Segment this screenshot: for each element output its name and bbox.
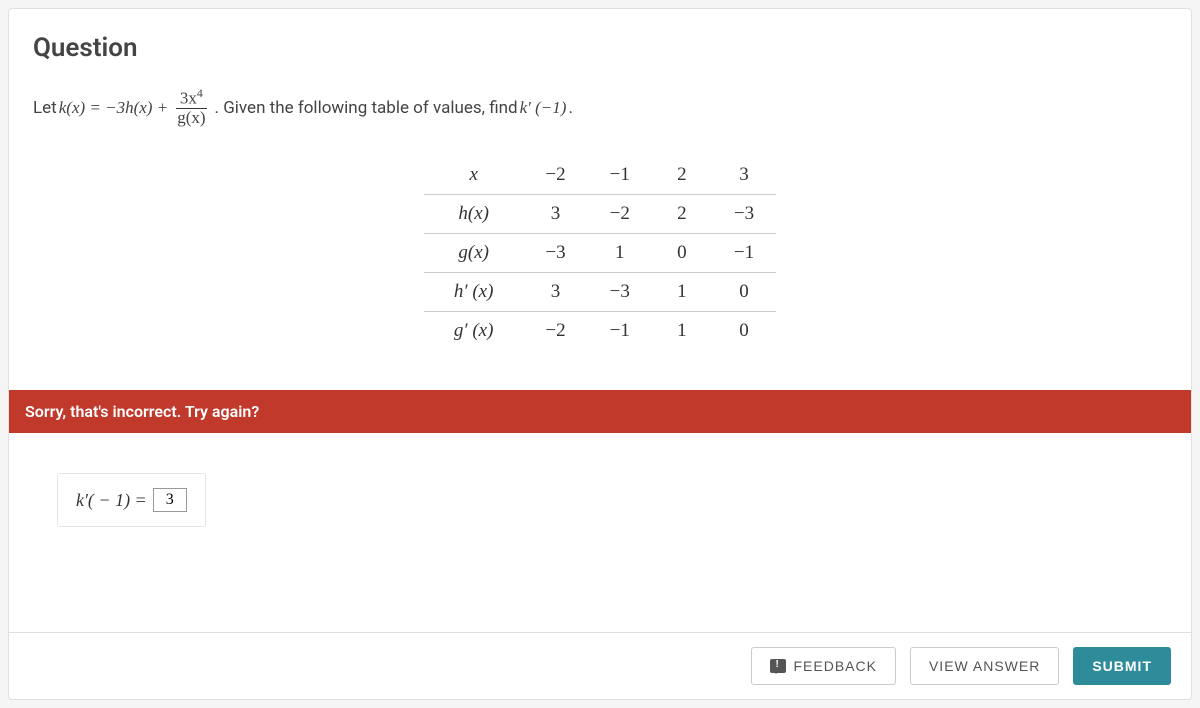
col-header: x — [424, 156, 524, 195]
cell: −2 — [588, 195, 652, 234]
table-row: x −2 −1 2 3 — [424, 156, 776, 195]
row-label: g(x) — [424, 234, 524, 273]
table-row: h′ (x) 3 −3 1 0 — [424, 273, 776, 312]
question-title: Question — [33, 33, 1167, 63]
question-card: Question Let k(x) = −3h(x) + 3x4 g(x) . … — [8, 8, 1192, 700]
col-header: −1 — [588, 156, 652, 195]
prompt-mid: . Given the following table of values, f… — [215, 98, 518, 118]
cell: 3 — [523, 195, 587, 234]
col-header: 2 — [652, 156, 712, 195]
cell: −3 — [523, 234, 587, 273]
cell: −1 — [712, 234, 776, 273]
table-row: g(x) −3 1 0 −1 — [424, 234, 776, 273]
values-table-wrap: x −2 −1 2 3 h(x) 3 −2 2 −3 g(x) −3 1 0 −… — [33, 156, 1167, 350]
answer-label: k′( − 1) = — [76, 490, 147, 511]
cell: 0 — [712, 312, 776, 351]
prompt-equation-lhs: k(x) = −3h(x) + — [59, 98, 168, 118]
prompt-target: k′ (−1) — [520, 98, 567, 118]
cell: −3 — [712, 195, 776, 234]
cell: 2 — [652, 195, 712, 234]
view-answer-button[interactable]: VIEW ANSWER — [910, 647, 1059, 685]
cell: −2 — [523, 312, 587, 351]
prompt-fraction: 3x4 g(x) — [173, 87, 209, 128]
prompt: Let k(x) = −3h(x) + 3x4 g(x) . Given the… — [33, 87, 1167, 128]
cell: −1 — [588, 312, 652, 351]
table-row: g′ (x) −2 −1 1 0 — [424, 312, 776, 351]
cell: 1 — [652, 312, 712, 351]
view-answer-label: VIEW ANSWER — [929, 658, 1040, 674]
feedback-label: FEEDBACK — [794, 658, 877, 674]
values-table: x −2 −1 2 3 h(x) 3 −2 2 −3 g(x) −3 1 0 −… — [424, 156, 776, 350]
col-header: −2 — [523, 156, 587, 195]
submit-label: SUBMIT — [1092, 658, 1152, 674]
prompt-end: . — [568, 98, 572, 118]
row-label: h(x) — [424, 195, 524, 234]
table-row: h(x) 3 −2 2 −3 — [424, 195, 776, 234]
row-label: h′ (x) — [424, 273, 524, 312]
footer-bar: FEEDBACK VIEW ANSWER SUBMIT — [9, 632, 1191, 699]
cell: 0 — [712, 273, 776, 312]
col-header: 3 — [712, 156, 776, 195]
answer-input[interactable] — [153, 488, 187, 512]
feedback-icon — [770, 659, 786, 673]
error-banner: Sorry, that's incorrect. Try again? — [9, 390, 1191, 433]
cell: 1 — [588, 234, 652, 273]
prompt-lead: Let — [33, 98, 57, 118]
submit-button[interactable]: SUBMIT — [1073, 647, 1171, 685]
feedback-button[interactable]: FEEDBACK — [751, 647, 896, 685]
row-label: g′ (x) — [424, 312, 524, 351]
cell: 0 — [652, 234, 712, 273]
cell: 3 — [523, 273, 587, 312]
answer-row: k′( − 1) = — [57, 473, 206, 527]
cell: −3 — [588, 273, 652, 312]
cell: 1 — [652, 273, 712, 312]
